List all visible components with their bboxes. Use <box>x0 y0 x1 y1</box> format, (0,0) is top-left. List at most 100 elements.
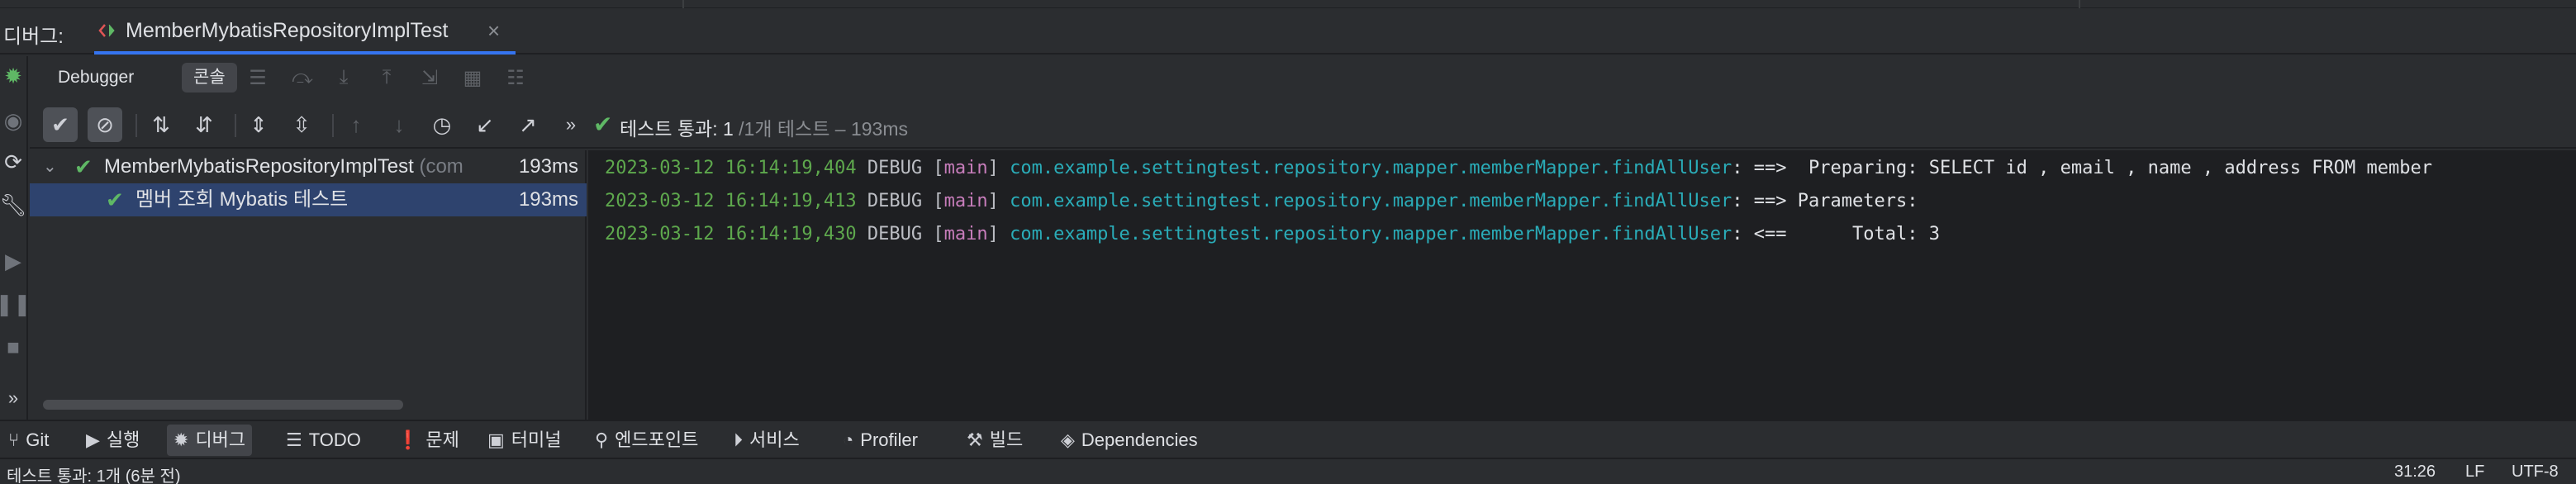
step-out-icon[interactable]: ⤒ <box>375 66 398 89</box>
log-line: 2023-03-12 16:14:19,413 DEBUG [main] com… <box>605 191 1929 211</box>
log-line: 2023-03-12 16:14:19,430 DEBUG [main] com… <box>605 224 1940 244</box>
list-icon: ☰ <box>286 429 302 450</box>
terminal-icon: ▣ <box>487 429 505 450</box>
git-branch-icon: ⑂ <box>8 429 20 450</box>
expand-all-icon[interactable]: ⇕ <box>241 107 276 142</box>
toolbar-separator <box>135 114 137 137</box>
toolwindow-terminal[interactable]: ▣ 터미널 <box>481 425 568 456</box>
previous-failed-icon[interactable]: ↑ <box>339 107 373 142</box>
toolwindow-profiler-label: Profiler <box>860 429 918 450</box>
tree-test-name: 멤버 조회 Mybatis 테스트 <box>135 188 349 211</box>
debug-label: 디버그: <box>3 26 64 48</box>
file-encoding[interactable]: UTF-8 <box>2512 463 2559 482</box>
stop-icon[interactable]: ■ <box>2 335 25 359</box>
toolwindow-git[interactable]: ⑂ Git <box>2 425 55 456</box>
log-logger[interactable]: com.example.settingtest.repository.mappe… <box>1010 224 1732 244</box>
toolwindow-services[interactable]: ⏵ 서비스 <box>727 425 806 456</box>
tree-root-name: MemberMybatisRepositoryImplTest (com <box>104 150 463 183</box>
passed-check-icon: ✔ <box>593 112 613 137</box>
debug-tool-window-header: 디버그: MemberMybatisRepositoryImplTest × <box>0 8 2576 55</box>
top-editor-strip <box>0 0 2576 8</box>
settings-wrench-icon[interactable]: 🔧︎ <box>0 192 27 217</box>
run-config-tab-title: MemberMybatisRepositoryImplTest <box>126 19 449 42</box>
toolwindow-problems[interactable]: ❗ 문제 <box>390 425 466 456</box>
profiler-icon: ◔ <box>843 429 854 450</box>
tree-test-duration: 193ms <box>513 183 578 216</box>
toolwindow-run[interactable]: ▶ 실행 <box>79 425 146 456</box>
tree-root-package: (com <box>419 155 463 178</box>
tab-debugger[interactable]: Debugger <box>46 63 145 93</box>
tree-row-test[interactable]: ✔ 멤버 조회 Mybatis 테스트 193ms <box>30 183 587 216</box>
log-thread: main <box>943 158 988 178</box>
next-failed-icon[interactable]: ↓ <box>382 107 416 142</box>
step-into-icon[interactable]: ⤓ <box>332 66 355 89</box>
log-message: : ==> Preparing: SELECT id , email , nam… <box>1732 158 2432 178</box>
active-tab-indicator <box>94 51 516 55</box>
resume-icon[interactable]: ▶ <box>2 249 25 273</box>
run-to-cursor-icon[interactable]: ⇲ <box>418 66 441 89</box>
rerun-failed-icon[interactable]: ◉ <box>2 108 25 133</box>
status-message[interactable]: 테스트 통과: 1개 (6분 전) <box>7 463 181 484</box>
sort-alphabetically-icon[interactable]: ⇅ <box>144 107 178 142</box>
log-level: DEBUG <box>867 158 923 178</box>
trace-icon[interactable]: ☷ <box>504 66 527 89</box>
pause-icon[interactable]: ❚❚ <box>0 292 31 316</box>
show-ignored-icon[interactable]: ⊘ <box>88 107 122 142</box>
more-actions-icon[interactable]: » <box>2 387 25 410</box>
toolwindow-debug-label: 디버그 <box>195 429 246 450</box>
debug-subtabs: Debugger 콘솔 ☰ ⤼ ⤓ ⤒ ⇲ ▦ ☷ <box>30 56 2576 99</box>
toolwindow-debug[interactable]: ✹ 디버그 <box>167 425 253 456</box>
caret-position[interactable]: 31:26 <box>2394 463 2436 482</box>
run-config-tab[interactable]: MemberMybatisRepositoryImplTest × <box>83 8 525 55</box>
toolwindow-profiler[interactable]: ◔ Profiler <box>836 425 924 456</box>
hammer-icon: ⚒ <box>967 429 983 450</box>
log-level: DEBUG <box>867 191 923 211</box>
test-status-text: 테스트 통과: 1 /1개 테스트 – 193ms <box>620 113 908 141</box>
services-icon: ⏵ <box>734 429 744 450</box>
log-message: : ==> Parameters: <box>1732 191 1929 211</box>
tree-root-duration: 193ms <box>518 155 578 178</box>
collapse-all-icon[interactable]: ⇳ <box>284 107 319 142</box>
log-level: DEBUG <box>867 224 923 244</box>
log-timestamp: 2023-03-12 16:14:19,430 <box>605 224 857 244</box>
line-separator[interactable]: LF <box>2465 463 2484 482</box>
toolwindow-todo[interactable]: ☰ TODO <box>279 425 368 456</box>
toolwindow-endpoints[interactable]: ⚲ 엔드포인트 <box>588 425 705 456</box>
export-results-icon[interactable]: ↗ <box>511 107 545 142</box>
tool-window-bar: ⑂ Git ▶ 실행 ✹ 디버그 ☰ TODO ❗ 문제 ▣ 터미널 ⚲ 엔드포인트 ⏵ 서비스… <box>0 420 2576 458</box>
restore-layout-icon[interactable]: ⟳ <box>2 149 25 174</box>
import-tests-icon[interactable]: ↙ <box>468 107 502 142</box>
strip-divider <box>2079 0 2080 8</box>
log-line: 2023-03-12 16:14:19,404 DEBUG [main] com… <box>605 158 2432 178</box>
toolwindow-endpoints-label: 엔드포인트 <box>615 429 699 450</box>
passed-check-icon: ✔ <box>106 187 124 212</box>
test-status-detail: /1개 테스트 – 193ms <box>739 118 908 140</box>
console-output[interactable]: 2023-03-12 16:14:19,404 DEBUG [main] com… <box>588 150 2576 420</box>
tree-row-root[interactable]: ⌄ ✔ MemberMybatisRepositoryImplTest (com… <box>30 150 587 183</box>
log-logger[interactable]: com.example.settingtest.repository.mappe… <box>1010 158 1732 178</box>
test-runner-toolbar: ✔ ⊘ ⇅ ⇵ ⇕ ⇳ ↑ ↓ ◷ ↙ ↗ » ✔ 테스트 통과: 1 /1개 … <box>30 99 2576 149</box>
tab-console[interactable]: 콘솔 <box>182 63 237 93</box>
rerun-debug-icon[interactable]: ✹ <box>2 64 25 88</box>
log-logger[interactable]: com.example.settingtest.repository.mappe… <box>1010 191 1732 211</box>
strip-divider <box>682 0 684 8</box>
test-status-count: 테스트 통과: 1 <box>620 118 734 140</box>
toolwindow-dependencies[interactable]: ◈ Dependencies <box>1054 425 1205 456</box>
close-icon[interactable]: × <box>487 18 500 44</box>
toolwindow-services-label: 서비스 <box>749 429 800 450</box>
show-passed-icon[interactable]: ✔ <box>43 107 78 142</box>
evaluate-icon[interactable]: ▦ <box>461 66 484 89</box>
test-config-icon <box>97 21 117 40</box>
step-over-icon[interactable]: ⤼ <box>291 66 314 89</box>
passed-check-icon: ✔ <box>74 154 93 179</box>
test-history-icon[interactable]: ◷ <box>425 107 459 142</box>
toolwindow-todo-label: TODO <box>308 429 361 450</box>
horizontal-scrollbar[interactable] <box>43 400 403 410</box>
menu-lines-icon[interactable]: ☰ <box>246 66 269 89</box>
sort-by-duration-icon[interactable]: ⇵ <box>187 107 221 142</box>
toolbar-separator <box>332 114 334 137</box>
status-bar: 테스트 통과: 1개 (6분 전) 31:26 LF UTF-8 <box>0 458 2576 484</box>
chevron-down-icon[interactable]: ⌄ <box>43 150 57 183</box>
more-icon[interactable]: » <box>554 107 588 142</box>
toolwindow-build[interactable]: ⚒ 빌드 <box>960 425 1029 456</box>
